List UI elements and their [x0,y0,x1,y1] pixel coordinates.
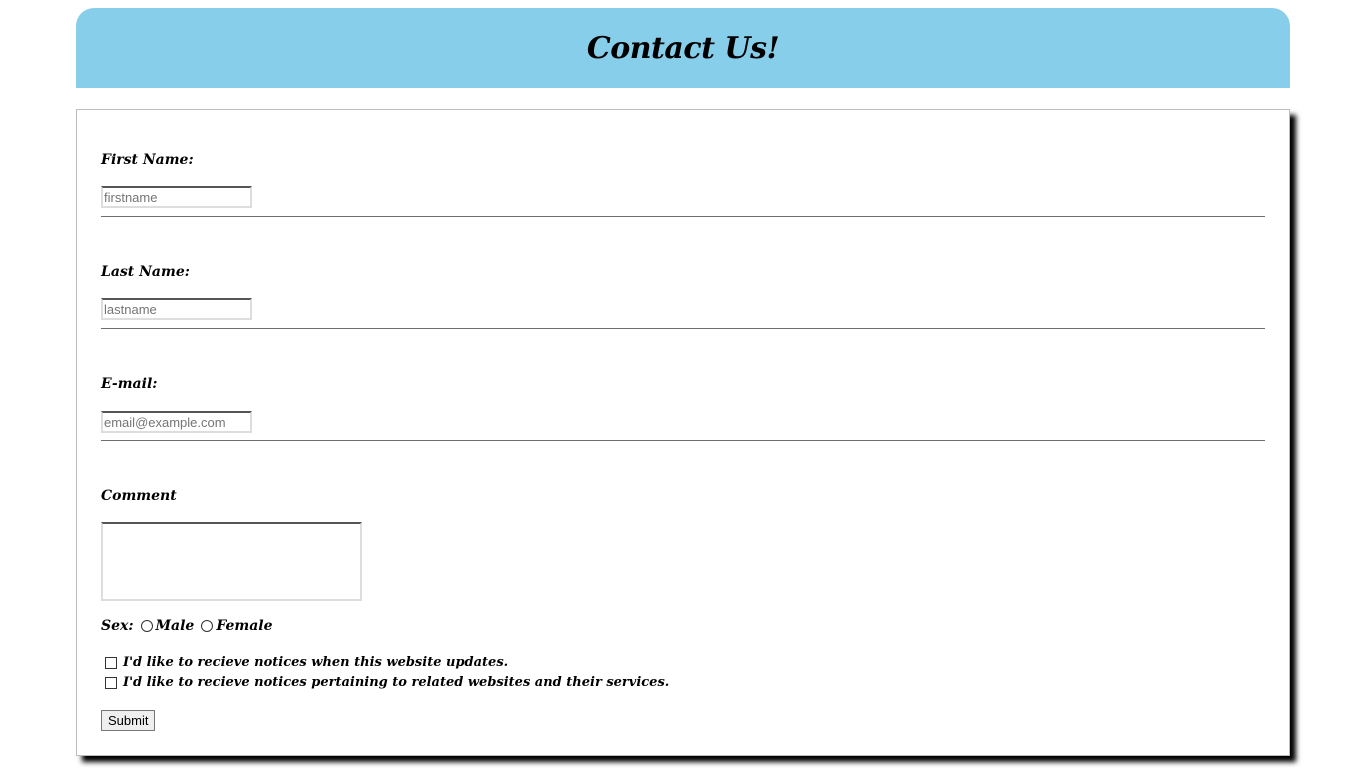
notice-updates-checkbox[interactable] [105,656,117,669]
first-name-label: First Name: [101,152,194,168]
sex-field: Sex: Male Female [101,618,273,634]
notice-related-row: I'd like to recieve notices pertaining t… [105,675,669,690]
comment-label: Comment [101,488,177,504]
last-name-input[interactable] [101,298,252,320]
male-radio[interactable] [140,620,153,632]
female-radio[interactable] [201,620,214,632]
divider [101,216,1265,217]
notice-related-checkbox[interactable] [105,676,117,689]
first-name-input[interactable] [101,186,252,208]
contact-form: First Name: Last Name: E-mail: Comment S… [76,109,1290,756]
male-radio-label: Male [155,618,195,634]
page-header: Contact Us! [76,8,1290,88]
comment-textarea[interactable] [101,522,362,601]
divider [101,440,1265,441]
last-name-label: Last Name: [101,264,190,280]
notice-related-label: I'd like to recieve notices pertaining t… [123,675,670,690]
female-radio-label: Female [216,618,273,634]
page-title: Contact Us! [586,30,780,66]
notice-updates-row: I'd like to recieve notices when this we… [105,655,508,670]
email-label: E-mail: [101,376,158,392]
submit-button[interactable]: Submit [101,710,156,731]
divider [101,328,1265,329]
sex-label: Sex: [101,618,134,634]
email-input[interactable] [101,411,252,433]
notice-updates-label: I'd like to recieve notices when this we… [123,655,509,670]
